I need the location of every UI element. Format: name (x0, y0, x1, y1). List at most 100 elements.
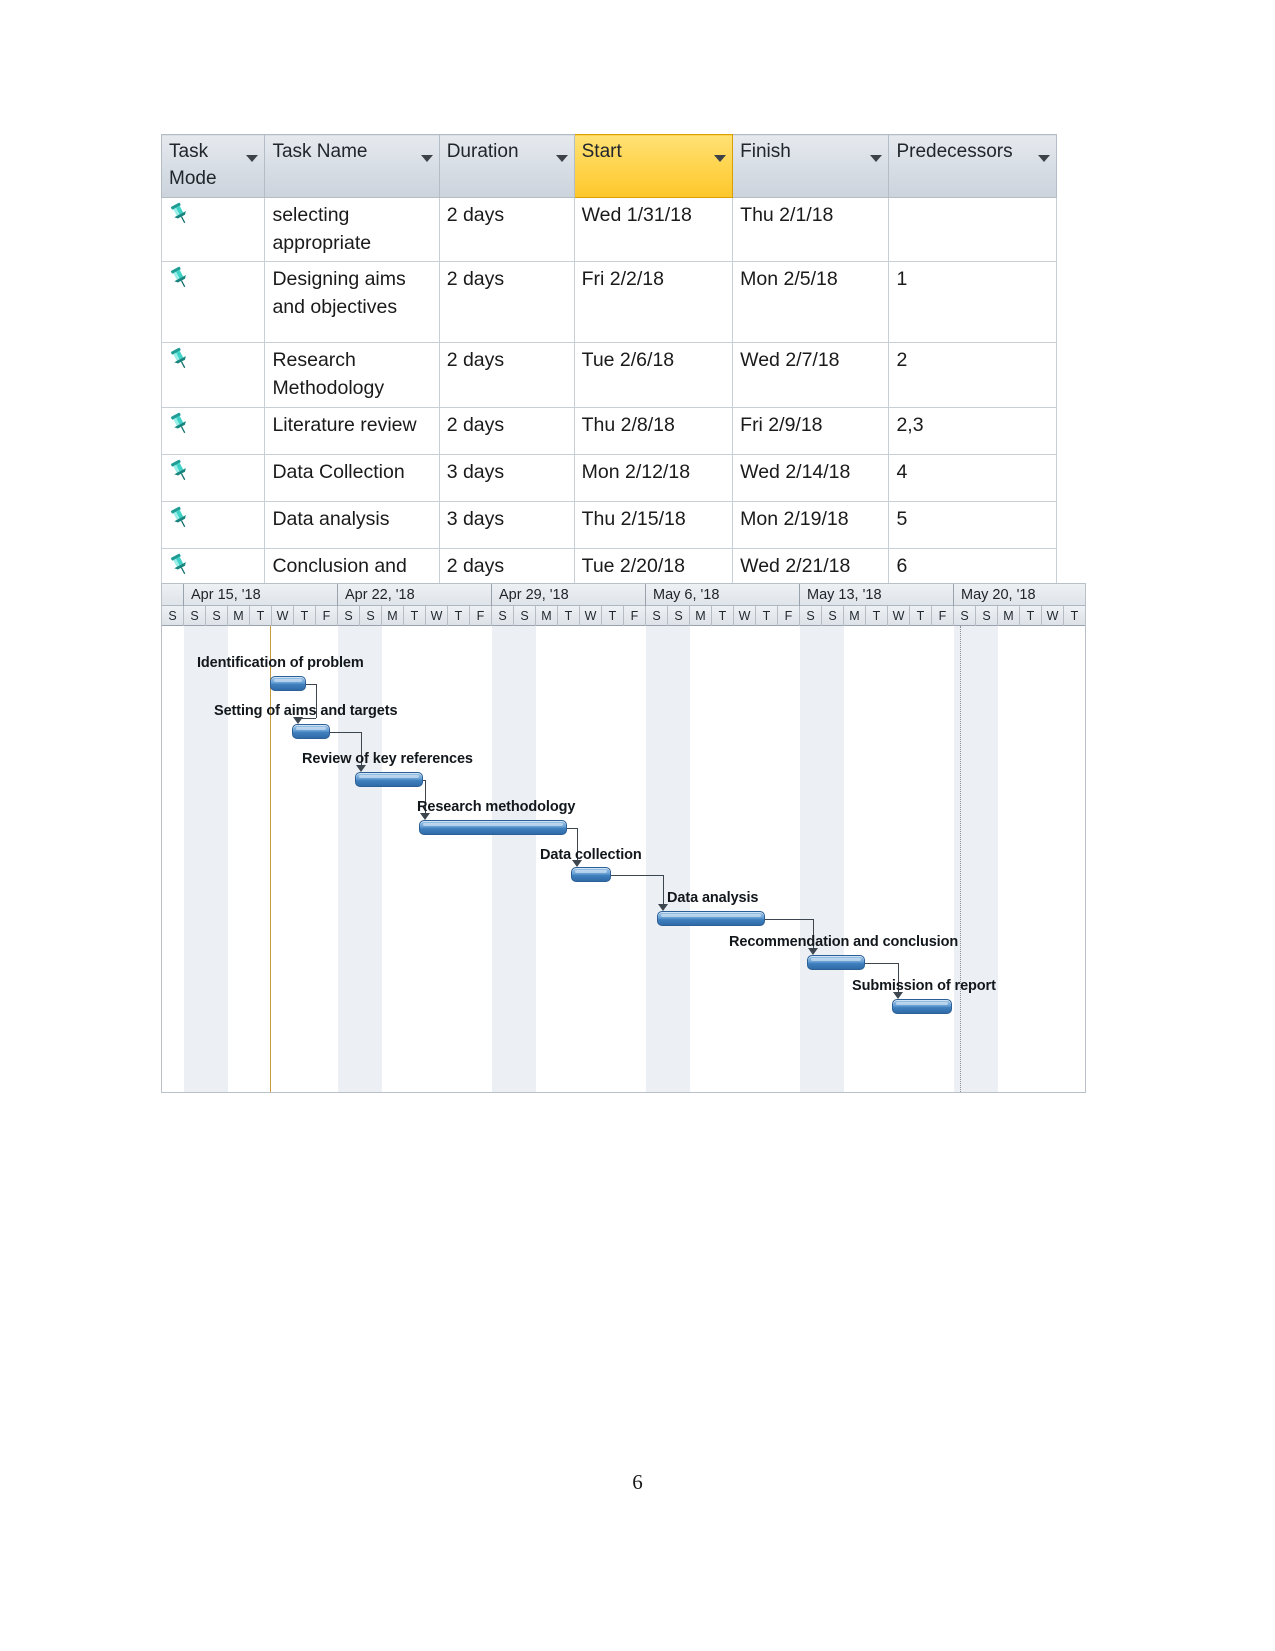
column-header-duration[interactable]: Duration (438, 134, 575, 198)
cell-predecessors[interactable]: 2,3 (888, 406, 1057, 455)
cell-start[interactable]: Mon 2/12/18 (573, 453, 734, 502)
day-cell: F (624, 606, 646, 626)
week-cell: May 20, '18 (954, 584, 1085, 606)
column-header-start[interactable]: Start (573, 134, 734, 198)
cell-finish[interactable]: Wed 2/7/18 (732, 342, 890, 408)
week-cell: Apr 15, '18 (184, 584, 338, 606)
gantt-bar-label: Identification of problem (197, 655, 364, 671)
cell-duration[interactable]: 3 days (438, 500, 575, 549)
page-number: 6 (632, 1470, 643, 1494)
column-header-task-name[interactable]: Task Name (264, 134, 440, 198)
cell-task-name[interactable]: Data analysis (264, 500, 440, 549)
filter-dropdown-icon[interactable] (1038, 155, 1050, 162)
dependency-link (611, 875, 663, 876)
gantt-plot-area[interactable]: Identification of problem Setting of aims… (162, 626, 1085, 1092)
cell-predecessors[interactable]: 4 (888, 453, 1057, 502)
column-header-task-mode-label: Task Mode (169, 141, 217, 189)
cell-start[interactable]: Thu 2/8/18 (573, 406, 734, 455)
column-header-task-mode[interactable]: Task Mode (160, 134, 266, 198)
day-cell: S (360, 606, 382, 626)
day-cell: S (976, 606, 998, 626)
gantt-bar[interactable] (571, 867, 611, 882)
cell-predecessors[interactable]: 1 (888, 261, 1057, 344)
day-cell: S (668, 606, 690, 626)
gantt-bar-label: Recommendation and conclusion (729, 934, 959, 950)
cell-predecessors[interactable] (888, 196, 1057, 263)
cell-task-mode[interactable] (160, 500, 266, 549)
dependency-link (330, 732, 361, 733)
cell-task-name[interactable]: Data Collection (264, 453, 440, 502)
weekend-band (492, 626, 536, 1092)
cell-start[interactable]: Fri 2/2/18 (573, 261, 734, 344)
cell-start[interactable]: Wed 1/31/18 (573, 196, 734, 263)
day-cell: M (382, 606, 404, 626)
filter-dropdown-icon[interactable] (420, 155, 433, 162)
cell-duration[interactable]: 2 days (438, 406, 575, 455)
cell-predecessors[interactable]: 5 (888, 500, 1057, 549)
table-row[interactable]: Designing aims and objectives 2 days Fri 2… (160, 261, 1057, 344)
table-row[interactable]: selecting appropriate 2 days Wed 1/31/18 Th… (160, 196, 1057, 263)
pin-icon (169, 553, 191, 577)
filter-dropdown-icon[interactable] (870, 155, 883, 162)
table-row[interactable]: Literature review 2 days Thu 2/8/18 Fri 2/9… (160, 406, 1057, 455)
gantt-chart[interactable]: Apr 15, '18 Apr 22, '18 Apr 29, '18 May 6, … (161, 583, 1086, 1093)
cell-duration[interactable]: 2 days (438, 261, 575, 344)
filter-dropdown-icon[interactable] (246, 155, 259, 162)
gantt-bar[interactable] (892, 999, 952, 1014)
day-cell: F (316, 606, 338, 626)
column-header-predecessors-label: Predecessors (896, 141, 1013, 162)
cell-task-name[interactable]: selecting appropriate (264, 196, 440, 263)
cell-task-mode[interactable] (160, 342, 266, 408)
day-cell: S (338, 606, 360, 626)
day-cell: S (954, 606, 976, 626)
column-header-task-name-label: Task Name (272, 141, 368, 162)
day-cell: W (888, 606, 910, 626)
cell-duration[interactable]: 2 days (438, 342, 575, 408)
day-cell: T (602, 606, 624, 626)
cell-task-mode[interactable] (160, 453, 266, 502)
gantt-bar[interactable] (355, 772, 423, 787)
day-cell: T (294, 606, 316, 626)
cell-task-mode[interactable] (160, 406, 266, 455)
filter-dropdown-icon[interactable] (714, 155, 727, 162)
cell-task-name[interactable]: Research Methodology (264, 342, 440, 408)
table-row[interactable]: Data Collection 3 days Mon 2/12/18 Wed 2/14… (160, 453, 1057, 502)
day-cell: T (910, 606, 932, 626)
dependency-link (765, 919, 813, 920)
gantt-bar-label: Data analysis (667, 890, 759, 906)
gantt-bar[interactable] (270, 676, 306, 691)
cell-finish[interactable]: Mon 2/5/18 (732, 261, 890, 344)
day-cell: T (250, 606, 272, 626)
gantt-bar[interactable] (657, 911, 765, 926)
cell-start[interactable]: Tue 2/6/18 (573, 342, 734, 408)
gantt-bar[interactable] (292, 724, 330, 739)
gantt-bar[interactable] (419, 820, 567, 835)
cell-task-mode[interactable] (160, 196, 266, 263)
cell-finish[interactable]: Fri 2/9/18 (732, 406, 890, 455)
gantt-bar[interactable] (807, 955, 865, 970)
cell-finish[interactable]: Mon 2/19/18 (732, 500, 890, 549)
cell-duration[interactable]: 2 days (438, 196, 575, 263)
cell-task-name[interactable]: Designing aims and objectives (264, 261, 440, 344)
cell-duration[interactable]: 3 days (438, 453, 575, 502)
table-row[interactable]: Data analysis 3 days Thu 2/15/18 Mon 2/19/1… (160, 500, 1057, 549)
week-cell: Apr 22, '18 (338, 584, 492, 606)
day-cell: W (1042, 606, 1064, 626)
table-row[interactable]: Research Methodology 2 days Tue 2/6/18 Wed … (160, 342, 1057, 408)
pin-icon (169, 506, 191, 530)
cell-start[interactable]: Thu 2/15/18 (573, 500, 734, 549)
day-cell: T (1020, 606, 1042, 626)
cell-finish[interactable]: Wed 2/14/18 (732, 453, 890, 502)
day-cell: W (426, 606, 448, 626)
day-cell: S (514, 606, 536, 626)
cell-task-mode[interactable] (160, 261, 266, 344)
day-cell: T (866, 606, 888, 626)
cell-finish[interactable]: Thu 2/1/18 (732, 196, 890, 263)
cell-task-name[interactable]: Literature review (264, 406, 440, 455)
pin-icon (169, 202, 191, 226)
column-header-predecessors[interactable]: Predecessors (888, 134, 1057, 198)
dependency-link (567, 828, 577, 829)
cell-predecessors[interactable]: 2 (888, 342, 1057, 408)
column-header-finish[interactable]: Finish (732, 134, 890, 198)
filter-dropdown-icon[interactable] (555, 155, 568, 162)
